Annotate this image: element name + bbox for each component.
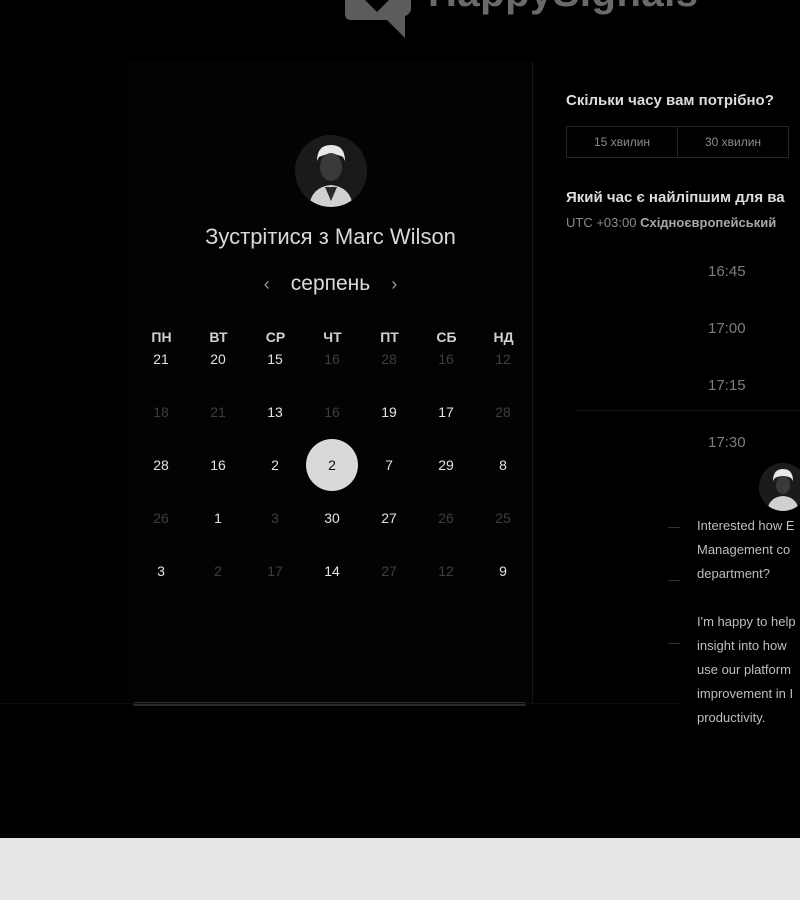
speech-heart-icon [345, 0, 411, 38]
host-avatar [295, 135, 367, 207]
duration-option-30[interactable]: 30 хвилин [678, 127, 789, 157]
month-label: серпень [290, 272, 371, 295]
time-slot[interactable]: 17:15 [580, 357, 800, 413]
calendar-day: 17 [267, 563, 283, 579]
scheduling-page: HappySignals Зустрітися з Marc Wilson ‹ … [0, 0, 800, 838]
calendar-day-selected[interactable]: 2 [306, 439, 358, 491]
chat-edge-marker [668, 580, 680, 581]
calendar-day[interactable]: 15 [249, 333, 301, 385]
slot-divider [575, 410, 800, 411]
time-slot-label: 17:00 [708, 319, 746, 337]
page-footer-band [0, 838, 800, 900]
meeting-title: Зустрітися з Marc Wilson [205, 224, 456, 249]
calendar-day: 28 [495, 404, 511, 420]
calendar-day: 21 [210, 404, 226, 420]
timezone-label[interactable]: UTC +03:00 Східноєвропейський [566, 215, 776, 230]
calendar-day[interactable]: 16 [192, 439, 244, 491]
calendar-day: 28 [381, 351, 397, 367]
timezone-name: Східноєвропейський [640, 215, 777, 230]
calendar-day: 3 [271, 510, 279, 526]
time-slot[interactable]: 17:30 [580, 414, 800, 470]
calendar-day[interactable]: 3 [135, 545, 187, 597]
month-navigator: ‹ серпень › [128, 270, 533, 298]
calendar-day[interactable]: 7 [363, 439, 415, 491]
calendar-day: 27 [381, 563, 397, 579]
calendar-day: 12 [438, 563, 454, 579]
chat-message-text: Interested how E Management co departmen… [697, 518, 796, 725]
time-slot-label: 17:30 [708, 433, 746, 451]
calendar-day: 2 [214, 563, 222, 579]
calendar-day[interactable]: 1 [192, 492, 244, 544]
time-question: Який час є найліпшим для ва [566, 189, 785, 206]
calendar-day[interactable]: 21 [135, 333, 187, 385]
calendar-day[interactable]: 8 [477, 439, 529, 491]
calendar-day[interactable]: 30 [306, 492, 358, 544]
calendar-day: 25 [495, 510, 511, 526]
calendar-day[interactable]: 9 [477, 545, 529, 597]
calendar-day[interactable]: 19 [363, 386, 415, 438]
time-slot[interactable]: 17:00 [580, 300, 800, 356]
next-month-button[interactable]: › [386, 274, 402, 295]
duration-options: 15 хвилин 30 хвилин [566, 126, 789, 158]
chat-agent-avatar[interactable] [759, 463, 800, 511]
calendar-day: 12 [495, 351, 511, 367]
calendar-day[interactable]: 28 [135, 439, 187, 491]
time-slot-label: 17:15 [708, 376, 746, 394]
calendar-day[interactable]: 20 [192, 333, 244, 385]
calendar-day[interactable]: 14 [306, 545, 358, 597]
calendar-day: 18 [153, 404, 169, 420]
time-slot[interactable]: 16:45 [580, 243, 800, 299]
panel-divider [532, 62, 533, 704]
calendar-day[interactable]: 13 [249, 386, 301, 438]
calendar-day[interactable]: 2 [249, 439, 301, 491]
calendar-day: 26 [438, 510, 454, 526]
duration-option-15[interactable]: 15 хвилин [567, 127, 678, 157]
calendar-day[interactable]: 17 [420, 386, 472, 438]
calendar-day: 16 [324, 404, 340, 420]
prev-month-button[interactable]: ‹ [259, 274, 275, 295]
chat-edge-marker [668, 643, 680, 644]
person-portrait-icon [759, 463, 800, 511]
brand-name: HappySignals [428, 0, 699, 16]
person-portrait-icon [295, 135, 367, 207]
calendar-day[interactable]: 27 [363, 492, 415, 544]
chat-edge-marker [668, 527, 680, 528]
calendar-day[interactable]: 29 [420, 439, 472, 491]
calendar-day: 16 [438, 351, 454, 367]
duration-question: Скільки часу вам потрібно? [566, 92, 774, 109]
time-slot-label: 16:45 [708, 262, 746, 280]
timezone-offset: UTC +03:00 [566, 215, 637, 230]
calendar-day: 26 [153, 510, 169, 526]
calendar-day: 16 [324, 351, 340, 367]
